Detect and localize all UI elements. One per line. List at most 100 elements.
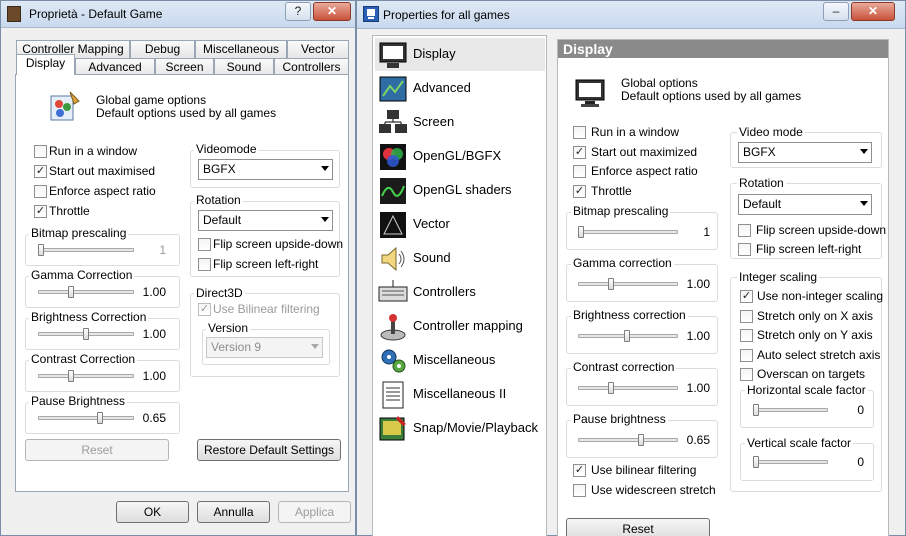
rotation-select[interactable]: Default <box>198 210 333 231</box>
flip-left-right-checkbox[interactable] <box>198 258 211 271</box>
flip-upside-down-checkbox[interactable] <box>198 238 211 251</box>
contrast-correction-slider-track[interactable] <box>578 386 678 390</box>
h-scale-title: Horizontal scale factor <box>745 383 868 397</box>
nav-item-controller-mapping[interactable]: Controller mapping <box>375 310 545 343</box>
rotation-title: Rotation <box>194 193 243 207</box>
nav-item-label: Controller mapping <box>413 318 523 333</box>
bitmap-prescaling-slider-track[interactable] <box>578 230 678 234</box>
d3d-bilinear-label: Use Bilinear filtering <box>213 302 320 316</box>
run-in-a-window-checkbox[interactable] <box>573 126 586 139</box>
bitmap-prescaling-title: Bitmap prescaling <box>29 226 129 240</box>
gamma-correction-slider-thumb[interactable] <box>608 278 614 290</box>
nav-item-controllers[interactable]: Controllers <box>375 276 545 309</box>
v-scale-slider-thumb[interactable] <box>753 456 759 468</box>
brightness-correction-slider-thumb[interactable] <box>83 328 89 340</box>
flip-left-right-checkbox[interactable] <box>738 243 751 256</box>
pause-brightness-slider-track[interactable] <box>38 416 134 420</box>
throttle-checkbox[interactable]: ✓ <box>34 205 47 218</box>
contrast-correction-slider-track[interactable] <box>38 374 134 378</box>
close-button[interactable]: ✕ <box>851 2 895 21</box>
title-bar[interactable]: Proprietà - Default Game ? ✕ <box>1 1 355 28</box>
help-button[interactable]: ? <box>285 2 311 21</box>
h-scale-slider-track[interactable] <box>754 408 828 412</box>
start-out-maximized-checkbox[interactable]: ✓ <box>573 145 586 159</box>
brightness-correction-value: 1.00 <box>142 327 166 341</box>
overscan-on-targets-checkbox[interactable] <box>740 368 753 381</box>
monitor-icon <box>379 42 407 68</box>
gamma-correction-slider-track[interactable] <box>578 282 678 286</box>
gamma-correction-slider-track[interactable] <box>38 290 134 294</box>
enforce-aspect-ratio-checkbox[interactable] <box>34 185 47 198</box>
ok-button[interactable]: OK <box>116 501 189 523</box>
start-out-maximised-label: Start out maximised <box>49 164 156 178</box>
global-options-subtitle: Default options used by all games <box>96 106 277 120</box>
tab-display[interactable]: Display <box>16 54 75 75</box>
contrast-correction-slider-thumb[interactable] <box>608 382 614 394</box>
enforce-aspect-ratio-label: Enforce aspect ratio <box>591 164 698 178</box>
videomode-select[interactable]: BGFX <box>738 142 872 163</box>
contrast-correction-title: Contrast correction <box>571 360 677 374</box>
v-scale-slider-track[interactable] <box>754 460 828 464</box>
throttle-checkbox[interactable]: ✓ <box>573 184 586 198</box>
gamma-correction-title: Gamma Correction <box>29 268 135 282</box>
all-games-properties-window: Properties for all games – ✕ Display Adva… <box>356 0 906 536</box>
nav-item-sound[interactable]: Sound <box>375 242 545 275</box>
enforce-aspect-ratio-checkbox[interactable] <box>573 165 586 178</box>
gamma-correction-slider-thumb[interactable] <box>68 286 74 298</box>
close-button[interactable]: ✕ <box>313 2 351 21</box>
rotation-select[interactable]: Default <box>738 194 872 215</box>
restore-defaults-button[interactable]: Restore Default Settings <box>197 439 341 461</box>
pause-brightness-slider-thumb[interactable] <box>97 412 103 424</box>
start-out-maximised-checkbox[interactable]: ✓ <box>34 165 47 178</box>
vector-icon <box>380 212 406 238</box>
pause-brightness-slider-track[interactable] <box>578 438 678 442</box>
minimize-button[interactable]: – <box>823 2 849 21</box>
bitmap-prescaling-slider-thumb[interactable] <box>38 244 44 256</box>
reset-button[interactable]: Reset <box>25 439 169 461</box>
stretch-only-on-y-axis-label: Stretch only on Y axis <box>757 328 873 342</box>
nav-item-miscellaneous-ii[interactable]: Miscellaneous II <box>375 378 545 411</box>
nav-item-snap-movie-playback[interactable]: Snap/Movie/Playback <box>375 412 545 445</box>
nav-item-opengl-shaders[interactable]: OpenGL shaders <box>375 174 545 207</box>
use-non-integer-scaling-label: Use non-integer scaling <box>757 289 884 303</box>
tab-debug[interactable]: Debug <box>130 40 195 58</box>
bitmap-prescaling-slider-track[interactable] <box>38 248 134 252</box>
reset-button[interactable]: Reset <box>566 518 710 536</box>
use-bilinear-filtering-checkbox[interactable]: ✓ <box>573 464 586 477</box>
window-title: Proprietà - Default Game <box>29 7 163 21</box>
version-select[interactable]: Version 9 <box>206 337 323 358</box>
nav-item-label: OpenGL shaders <box>413 182 512 197</box>
brightness-correction-title: Brightness Correction <box>29 310 149 324</box>
apply-button[interactable]: Applica <box>278 501 351 523</box>
nav-item-vector[interactable]: Vector <box>375 208 545 241</box>
network-screen-icon <box>379 110 407 133</box>
pause-brightness-slider-thumb[interactable] <box>638 434 644 446</box>
contrast-correction-slider-thumb[interactable] <box>68 370 74 382</box>
videomode-select[interactable]: BGFX <box>198 159 333 180</box>
bitmap-prescaling-slider-thumb[interactable] <box>578 226 584 238</box>
auto-select-stretch-axis-checkbox[interactable] <box>740 348 753 362</box>
stretch-only-on-x-axis-label: Stretch only on X axis <box>757 308 874 323</box>
nav-item-opengl-bgfx[interactable]: OpenGL/BGFX <box>375 140 545 173</box>
tab-vector[interactable]: Vector <box>287 40 349 58</box>
contrast-correction-value: 1.00 <box>686 381 710 395</box>
nav-item-miscellaneous[interactable]: Miscellaneous <box>375 344 545 377</box>
stretch-only-on-y-axis-checkbox[interactable] <box>740 329 753 342</box>
tab-miscellaneous[interactable]: Miscellaneous <box>195 40 287 58</box>
nav-item-screen[interactable]: Screen <box>375 106 545 139</box>
nav-item-display[interactable]: Display <box>375 38 545 71</box>
flip-upside-down-checkbox[interactable] <box>738 224 751 237</box>
use-non-integer-scaling-checkbox[interactable]: ✓ <box>740 290 753 303</box>
advanced-icon <box>379 76 407 102</box>
nav-item-advanced[interactable]: Advanced <box>375 72 545 105</box>
brightness-correction-slider-thumb[interactable] <box>624 330 630 342</box>
h-scale-slider-thumb[interactable] <box>753 404 759 416</box>
d3d-bilinear-checkbox[interactable]: ✓ <box>198 303 211 316</box>
nav-item-label: Vector <box>413 216 450 231</box>
use-widescreen-stretch-checkbox[interactable] <box>573 484 586 497</box>
title-bar[interactable]: Properties for all games – ✕ <box>357 1 905 29</box>
cancel-button[interactable]: Annulla <box>197 501 270 523</box>
run-in-a-window-checkbox[interactable] <box>34 145 47 158</box>
stretch-only-on-x-axis-checkbox[interactable] <box>740 309 753 323</box>
nav-item-label: Miscellaneous <box>413 352 496 367</box>
